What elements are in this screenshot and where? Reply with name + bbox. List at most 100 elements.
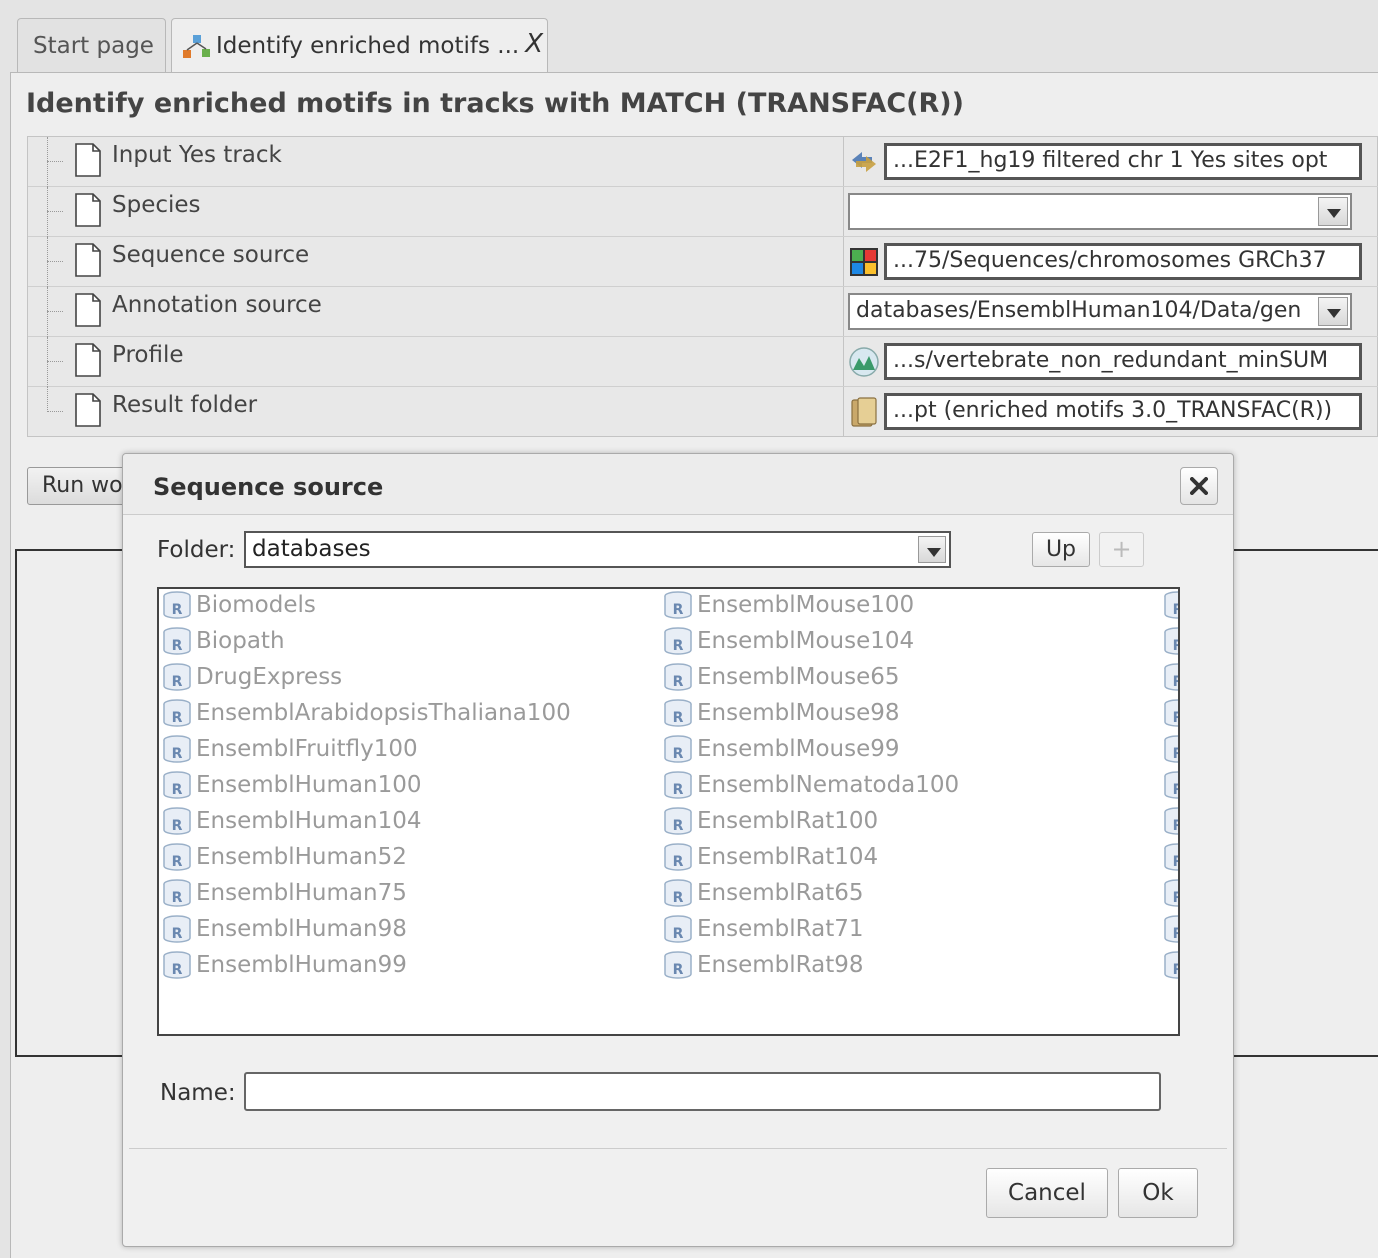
folder-icon (851, 397, 877, 427)
svg-text:R: R (1173, 962, 1180, 978)
list-item-label: EnsemblMouse99 (697, 736, 900, 762)
list-item[interactable]: R EnsemblRat100 (662, 803, 959, 839)
list-item-label: EnsemblHuman100 (196, 772, 422, 798)
list-item-clipped[interactable]: R (1162, 911, 1178, 947)
list-item-clipped[interactable]: R (1162, 839, 1178, 875)
list-item-clipped[interactable]: R (1162, 589, 1178, 623)
list-item[interactable]: R EnsemblRat98 (662, 947, 959, 983)
database-icon: R (664, 843, 692, 871)
dialog-close-button[interactable] (1180, 467, 1218, 505)
list-item-label: EnsemblRat98 (697, 952, 864, 978)
profile-field[interactable]: ...s/vertebrate_non_redundant_minSUM (884, 343, 1362, 380)
property-name: Annotation source (112, 292, 322, 318)
result-folder-field[interactable]: ...pt (enriched motifs 3.0_TRANSFAC(R)) (884, 393, 1362, 430)
property-row-species[interactable]: Species (28, 187, 1378, 237)
list-item[interactable]: R EnsemblHuman100 (161, 767, 571, 803)
file-list-column-2: R EnsemblMouse100 R EnsemblMouse104 R Ensembl… (662, 589, 959, 983)
folder-contents-list[interactable]: R Biomodels R Biopath R DrugExpress R EnsemblAr… (157, 587, 1180, 1036)
list-item-label: EnsemblRat100 (697, 808, 879, 834)
property-row-profile[interactable]: Profile ...s/vertebrate_non_redundant_mi… (28, 337, 1378, 387)
list-item[interactable]: R EnsemblMouse99 (662, 731, 959, 767)
species-select[interactable] (848, 193, 1352, 230)
svg-text:R: R (673, 638, 684, 654)
name-input[interactable] (244, 1072, 1161, 1111)
database-icon: R (163, 663, 191, 691)
folder-label: Folder: (157, 537, 236, 563)
close-icon (1190, 477, 1208, 495)
list-item[interactable]: R EnsemblHuman99 (161, 947, 571, 983)
list-item-clipped[interactable]: R (1162, 803, 1178, 839)
list-item[interactable]: R EnsemblHuman98 (161, 911, 571, 947)
tab-identify-enriched-motifs[interactable]: Identify enriched motifs ... X (171, 18, 548, 72)
property-row-sequence-source[interactable]: Sequence source ...75/Sequences/chromoso… (28, 237, 1378, 287)
database-icon: R (163, 879, 191, 907)
list-item-clipped[interactable]: R (1162, 875, 1180, 911)
tab-bar: Start page Identify enriched motifs ... … (0, 0, 1378, 74)
file-list-column-3: R R R R R R R R R R R (1162, 589, 1180, 983)
database-icon: R (163, 951, 191, 979)
workflow-icon (183, 34, 210, 58)
list-item[interactable]: R Biomodels (161, 589, 571, 623)
tab-close-icon[interactable]: X (525, 29, 543, 59)
database-icon: R (1164, 771, 1178, 799)
list-item-label: EnsemblArabidopsisThaliana100 (196, 700, 571, 726)
list-item[interactable]: R EnsemblNematoda100 (662, 767, 959, 803)
dialog-separator (129, 1148, 1227, 1149)
chevron-down-icon[interactable] (1318, 197, 1348, 226)
annotation-source-select[interactable]: databases/EnsemblHuman104/Data/gen (848, 293, 1352, 330)
dialog-title: Sequence source (153, 473, 384, 501)
property-row-input-yes-track[interactable]: Input Yes track ...E2F1_hg19 filtered ch… (28, 137, 1378, 187)
list-item-label: Biomodels (196, 592, 316, 618)
svg-text:R: R (1173, 710, 1180, 726)
page-title: Identify enriched motifs in tracks with … (26, 88, 964, 119)
dialog-header: Sequence source (123, 454, 1233, 515)
new-folder-button[interactable]: + (1099, 532, 1144, 567)
svg-text:R: R (673, 854, 684, 870)
list-item[interactable]: R EnsemblMouse104 (662, 623, 959, 659)
list-item[interactable]: R EnsemblHuman104 (161, 803, 571, 839)
svg-text:R: R (172, 674, 183, 690)
list-item-clipped[interactable]: R (1162, 731, 1178, 767)
property-row-annotation-source[interactable]: Annotation source databases/EnsemblHuman… (28, 287, 1378, 337)
property-name: Sequence source (112, 242, 310, 268)
list-item-clipped[interactable]: R (1162, 695, 1180, 731)
list-item-label: EnsemblMouse65 (697, 664, 900, 690)
list-item[interactable]: R EnsemblMouse65 (662, 659, 959, 695)
property-value-cell (843, 187, 1378, 236)
list-item[interactable]: R EnsemblMouse100 (662, 589, 959, 623)
cancel-button[interactable]: Cancel (986, 1168, 1108, 1218)
svg-text:R: R (172, 782, 183, 798)
sequence-source-field[interactable]: ...75/Sequences/chromosomes GRCh37 (884, 243, 1362, 280)
folder-select[interactable]: databases (244, 531, 951, 568)
list-item-clipped[interactable]: R (1162, 767, 1178, 803)
list-item-clipped[interactable]: R (1162, 623, 1178, 659)
ok-button[interactable]: Ok (1118, 1168, 1198, 1218)
list-item[interactable]: R EnsemblFruitfly100 (161, 731, 571, 767)
list-item-clipped[interactable]: R (1162, 659, 1178, 695)
list-item[interactable]: R EnsemblArabidopsisThaliana100 (161, 695, 571, 731)
database-icon: R (163, 699, 191, 727)
chevron-down-icon[interactable] (918, 536, 946, 563)
list-item[interactable]: R EnsemblMouse98 (662, 695, 959, 731)
svg-text:R: R (1173, 890, 1180, 906)
up-button[interactable]: Up (1032, 532, 1090, 567)
chevron-down-icon[interactable] (1318, 297, 1348, 326)
list-item[interactable]: R EnsemblRat65 (662, 875, 959, 911)
database-icon: R (163, 915, 191, 943)
property-row-result-folder[interactable]: Result folder ...pt (enriched motifs 3.0… (28, 387, 1378, 437)
list-item[interactable]: R EnsemblRat71 (662, 911, 959, 947)
property-name: Species (112, 192, 201, 218)
list-item[interactable]: R EnsemblHuman75 (161, 875, 571, 911)
list-item[interactable]: R Biopath (161, 623, 571, 659)
sequence-icon (850, 248, 878, 276)
list-item[interactable]: R EnsemblRat104 (662, 839, 959, 875)
database-icon: R (664, 699, 692, 727)
document-icon (75, 343, 101, 377)
list-item-clipped[interactable]: R (1162, 947, 1180, 983)
document-icon (75, 243, 101, 277)
document-icon (75, 193, 101, 227)
input-yes-track-field[interactable]: ...E2F1_hg19 filtered chr 1 Yes sites op… (884, 143, 1362, 180)
tab-start-page[interactable]: Start page (17, 18, 166, 72)
list-item[interactable]: R DrugExpress (161, 659, 571, 695)
list-item[interactable]: R EnsemblHuman52 (161, 839, 571, 875)
